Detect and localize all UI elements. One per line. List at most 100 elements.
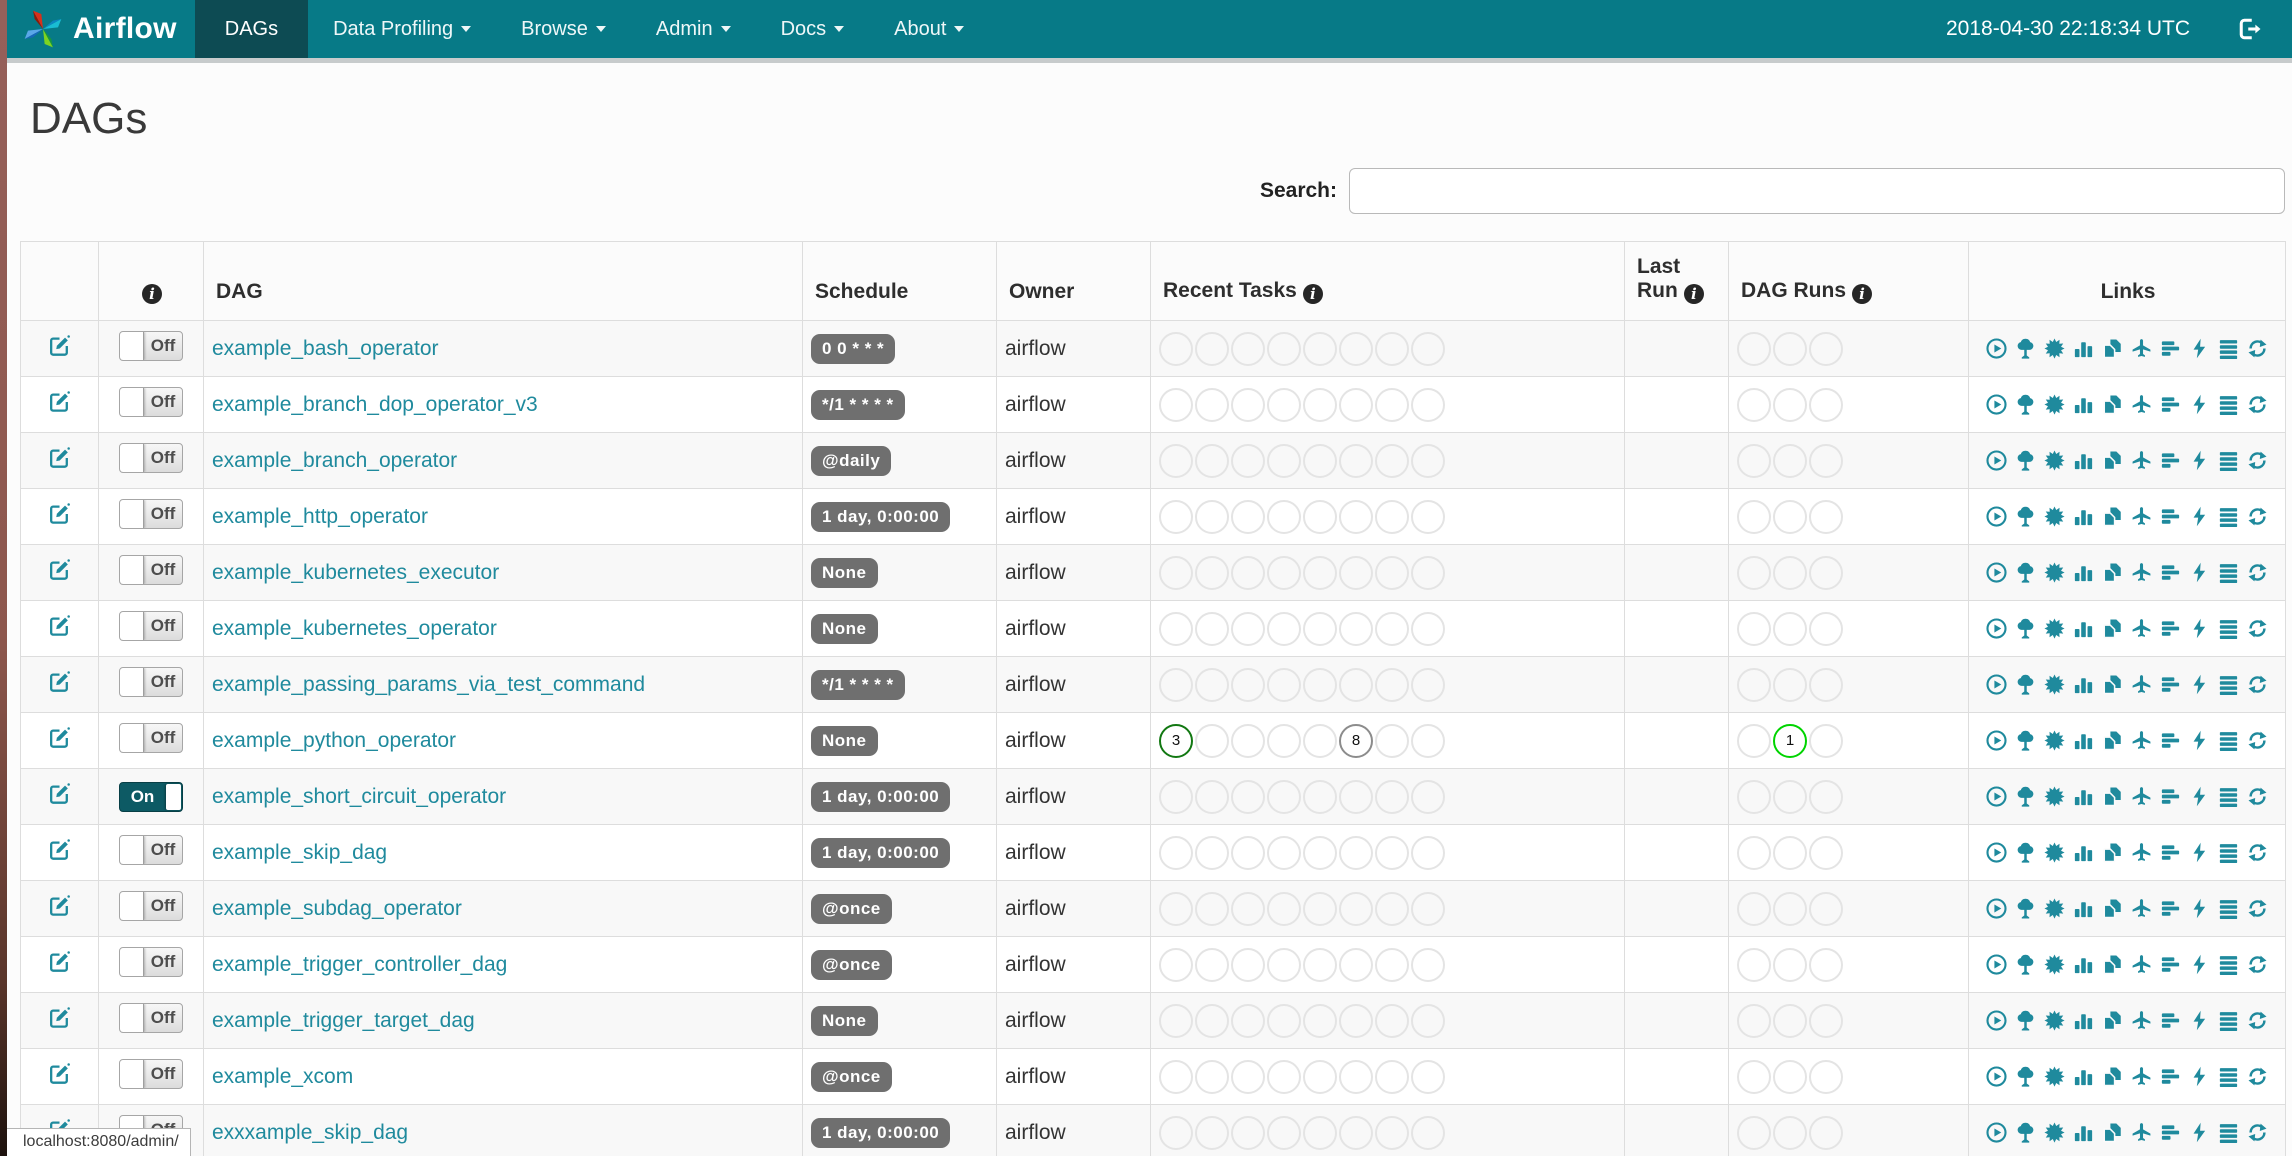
edit-dag-icon[interactable] (47, 1061, 72, 1086)
task-tries-icon[interactable] (2101, 449, 2124, 472)
landing-times-icon[interactable] (2130, 337, 2153, 360)
log-view-icon[interactable] (2217, 841, 2240, 864)
gantt-view-icon[interactable] (2159, 729, 2182, 752)
tree-view-icon[interactable] (2014, 729, 2037, 752)
landing-times-icon[interactable] (2130, 561, 2153, 584)
edit-dag-icon[interactable] (47, 781, 72, 806)
tree-view-icon[interactable] (2014, 897, 2037, 920)
gantt-view-icon[interactable] (2159, 505, 2182, 528)
trigger-dag-icon[interactable] (1985, 393, 2008, 416)
edit-dag-icon[interactable] (47, 445, 72, 470)
nav-item-docs[interactable]: Docs (756, 0, 870, 58)
log-view-icon[interactable] (2217, 617, 2240, 640)
graph-view-icon[interactable] (2043, 617, 2066, 640)
task-duration-icon[interactable] (2072, 1009, 2095, 1032)
task-duration-icon[interactable] (2072, 953, 2095, 976)
dag-link[interactable]: example_kubernetes_operator (212, 617, 497, 640)
dag-pause-toggle[interactable]: Off (119, 1003, 183, 1033)
gantt-view-icon[interactable] (2159, 393, 2182, 416)
trigger-dag-icon[interactable] (1985, 561, 2008, 584)
gantt-view-icon[interactable] (2159, 1009, 2182, 1032)
trigger-dag-icon[interactable] (1985, 1009, 2008, 1032)
trigger-dag-icon[interactable] (1985, 337, 2008, 360)
edit-dag-icon[interactable] (47, 725, 72, 750)
landing-times-icon[interactable] (2130, 841, 2153, 864)
graph-view-icon[interactable] (2043, 841, 2066, 864)
edit-dag-icon[interactable] (47, 949, 72, 974)
code-view-icon[interactable] (2188, 337, 2211, 360)
graph-view-icon[interactable] (2043, 505, 2066, 528)
tree-view-icon[interactable] (2014, 841, 2037, 864)
trigger-dag-icon[interactable] (1985, 617, 2008, 640)
log-view-icon[interactable] (2217, 897, 2240, 920)
log-view-icon[interactable] (2217, 1009, 2240, 1032)
trigger-dag-icon[interactable] (1985, 505, 2008, 528)
landing-times-icon[interactable] (2130, 393, 2153, 416)
recent-task-circle[interactable]: 3 (1159, 723, 1193, 758)
graph-view-icon[interactable] (2043, 393, 2066, 416)
dag-pause-toggle[interactable]: Off (119, 947, 183, 977)
landing-times-icon[interactable] (2130, 1121, 2153, 1144)
dag-pause-toggle[interactable]: Off (119, 835, 183, 865)
refresh-icon[interactable] (2246, 785, 2269, 808)
log-view-icon[interactable] (2217, 561, 2240, 584)
dag-pause-toggle[interactable]: Off (119, 667, 183, 697)
gantt-view-icon[interactable] (2159, 1121, 2182, 1144)
nav-item-admin[interactable]: Admin (631, 0, 756, 58)
trigger-dag-icon[interactable] (1985, 897, 2008, 920)
gantt-view-icon[interactable] (2159, 1065, 2182, 1088)
log-view-icon[interactable] (2217, 449, 2240, 472)
nav-item-dags[interactable]: DAGs (194, 0, 309, 58)
gantt-view-icon[interactable] (2159, 673, 2182, 696)
edit-dag-icon[interactable] (47, 389, 72, 414)
graph-view-icon[interactable] (2043, 1009, 2066, 1032)
tree-view-icon[interactable] (2014, 561, 2037, 584)
task-tries-icon[interactable] (2101, 785, 2124, 808)
task-tries-icon[interactable] (2101, 1009, 2124, 1032)
tree-view-icon[interactable] (2014, 953, 2037, 976)
code-view-icon[interactable] (2188, 729, 2211, 752)
edit-dag-icon[interactable] (47, 669, 72, 694)
refresh-icon[interactable] (2246, 393, 2269, 416)
dag-pause-toggle[interactable]: Off (119, 387, 183, 417)
dag-pause-toggle[interactable]: Off (119, 1059, 183, 1089)
gantt-view-icon[interactable] (2159, 617, 2182, 640)
nav-item-about[interactable]: About (869, 0, 989, 58)
code-view-icon[interactable] (2188, 673, 2211, 696)
dag-link[interactable]: example_trigger_controller_dag (212, 953, 507, 976)
tree-view-icon[interactable] (2014, 673, 2037, 696)
refresh-icon[interactable] (2246, 617, 2269, 640)
refresh-icon[interactable] (2246, 841, 2269, 864)
task-tries-icon[interactable] (2101, 1121, 2124, 1144)
log-view-icon[interactable] (2217, 505, 2240, 528)
graph-view-icon[interactable] (2043, 1121, 2066, 1144)
dag-link[interactable]: example_kubernetes_executor (212, 561, 499, 584)
graph-view-icon[interactable] (2043, 729, 2066, 752)
refresh-icon[interactable] (2246, 449, 2269, 472)
code-view-icon[interactable] (2188, 1009, 2211, 1032)
edit-dag-icon[interactable] (47, 333, 72, 358)
landing-times-icon[interactable] (2130, 897, 2153, 920)
task-duration-icon[interactable] (2072, 561, 2095, 584)
landing-times-icon[interactable] (2130, 785, 2153, 808)
refresh-icon[interactable] (2246, 561, 2269, 584)
trigger-dag-icon[interactable] (1985, 953, 2008, 976)
trigger-dag-icon[interactable] (1985, 841, 2008, 864)
nav-item-data-profiling[interactable]: Data Profiling (308, 0, 496, 58)
tree-view-icon[interactable] (2014, 449, 2037, 472)
task-tries-icon[interactable] (2101, 897, 2124, 920)
task-duration-icon[interactable] (2072, 617, 2095, 640)
tree-view-icon[interactable] (2014, 617, 2037, 640)
refresh-icon[interactable] (2246, 1121, 2269, 1144)
task-tries-icon[interactable] (2101, 617, 2124, 640)
task-tries-icon[interactable] (2101, 393, 2124, 416)
landing-times-icon[interactable] (2130, 729, 2153, 752)
trigger-dag-icon[interactable] (1985, 1121, 2008, 1144)
code-view-icon[interactable] (2188, 505, 2211, 528)
code-view-icon[interactable] (2188, 1121, 2211, 1144)
dag-pause-toggle[interactable]: Off (119, 891, 183, 921)
landing-times-icon[interactable] (2130, 953, 2153, 976)
trigger-dag-icon[interactable] (1985, 1065, 2008, 1088)
dag-pause-toggle[interactable]: Off (119, 443, 183, 473)
landing-times-icon[interactable] (2130, 1065, 2153, 1088)
